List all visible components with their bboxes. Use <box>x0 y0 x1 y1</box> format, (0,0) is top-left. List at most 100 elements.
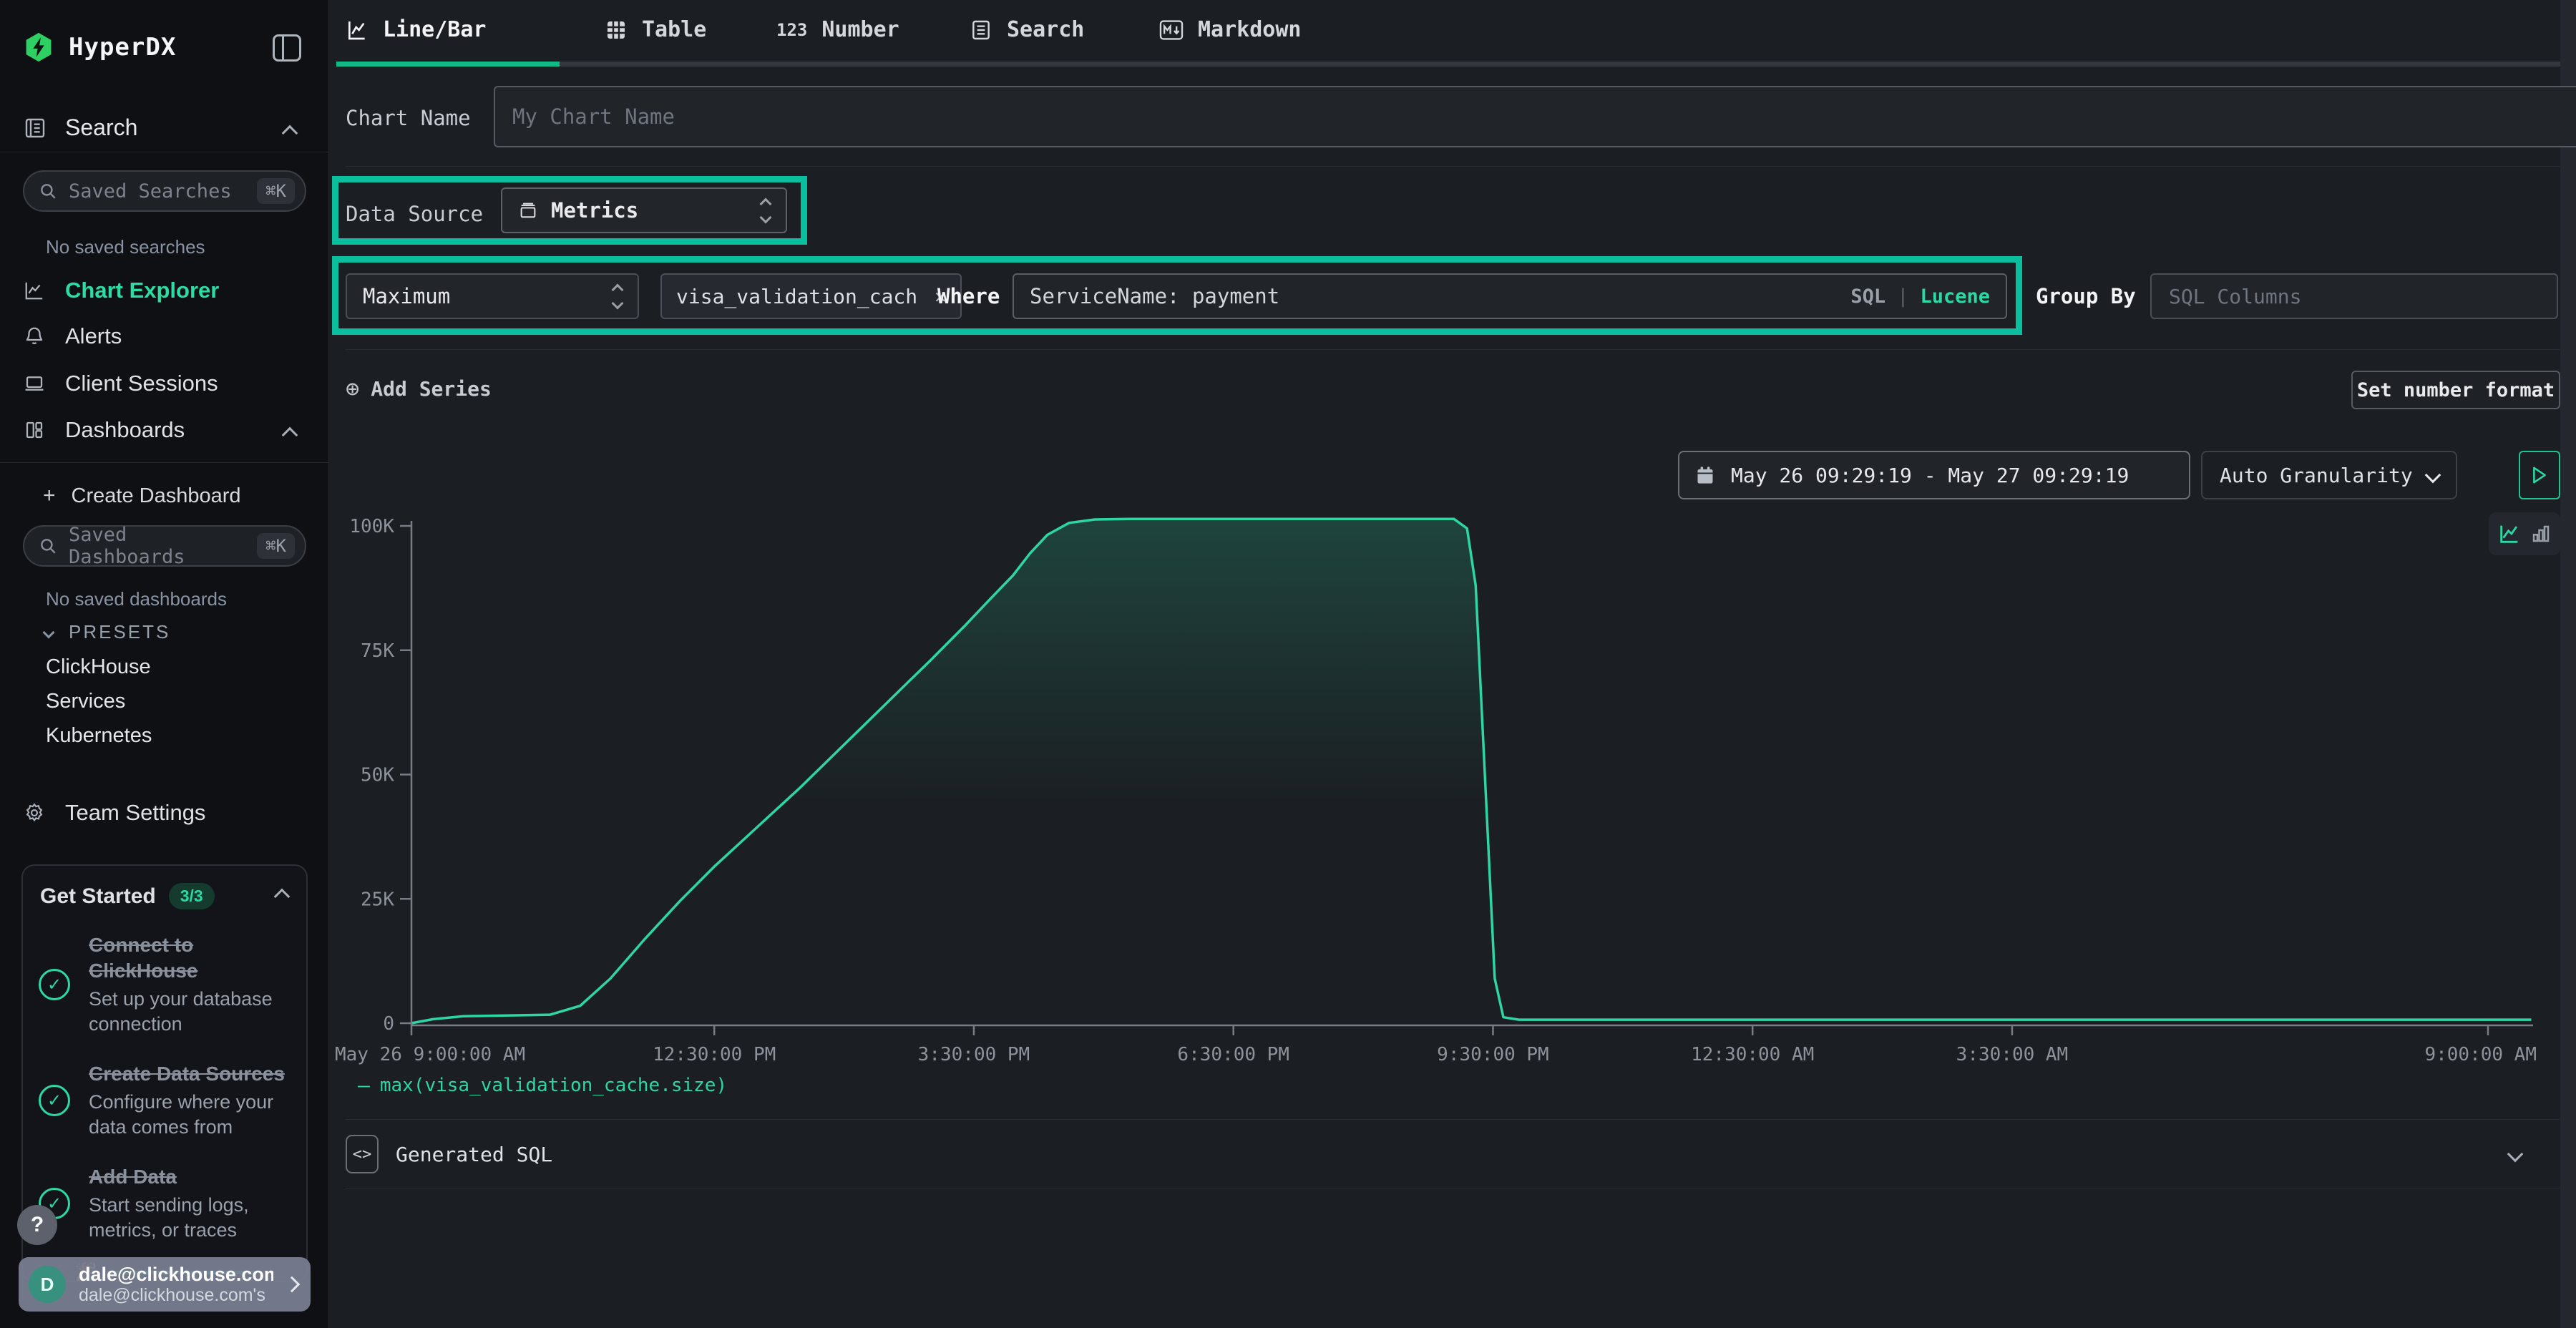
task-desc: Set up your database connection <box>89 987 292 1037</box>
get-started-title: Get Started <box>40 884 156 909</box>
search-icon <box>39 182 57 200</box>
svg-text:12:30:00 PM: 12:30:00 PM <box>653 1044 776 1065</box>
team-settings-label: Team Settings <box>65 800 205 826</box>
chart-name-input[interactable] <box>494 86 2576 147</box>
preset-services[interactable]: Services <box>46 690 125 713</box>
dashboards-collapse-chevron-icon[interactable] <box>282 427 298 444</box>
tab-label: Number <box>821 17 899 42</box>
user-subtitle: dale@clickhouse.com's <box>79 1285 273 1305</box>
where-input[interactable]: ServiceName: payment SQL | Lucene <box>1013 273 2007 319</box>
gear-icon <box>24 802 45 824</box>
tab-search[interactable]: Search <box>970 17 1084 42</box>
svg-text:9:00:00 AM: 9:00:00 AM <box>2424 1044 2537 1065</box>
legend-series-swatch: — <box>358 1073 370 1097</box>
aggregation-value: Maximum <box>363 284 450 308</box>
user-email: dale@clickhouse.com <box>79 1264 273 1285</box>
get-started-item[interactable]: ✓ Create Data Sources Configure where yo… <box>23 1045 306 1148</box>
presets-label: PRESETS <box>69 621 170 643</box>
get-started-collapse-chevron-icon[interactable] <box>274 888 291 904</box>
shortcut-badge: ⌘K <box>257 533 295 559</box>
sidebar: HyperDX Search Saved Searches ⌘K No save… <box>0 0 329 1328</box>
chevron-down-icon <box>2507 1146 2524 1163</box>
tab-label: Search <box>1007 17 1084 42</box>
create-dashboard-label: Create Dashboard <box>72 484 241 508</box>
tab-label: Line/Bar <box>383 17 487 42</box>
sql-mode-toggle[interactable]: SQL <box>1850 285 1885 308</box>
preset-kubernetes[interactable]: Kubernetes <box>46 724 152 748</box>
get-started-item[interactable]: ✓ Add Data Start sending logs, metrics, … <box>23 1148 306 1251</box>
sidebar-divider <box>0 462 329 463</box>
sidebar-collapse-icon[interactable] <box>273 34 301 62</box>
preset-clickhouse[interactable]: ClickHouse <box>46 655 151 679</box>
group-by-label: Group By <box>2036 284 2136 308</box>
granularity-value: Auto Granularity <box>2220 464 2413 487</box>
metric-chip[interactable]: visa_validation_cach ✕ <box>660 273 962 319</box>
tab-table[interactable]: Table <box>605 17 706 42</box>
get-started-item[interactable]: ✓ Connect to ClickHouse Set up your data… <box>23 917 306 1045</box>
chart-legend[interactable]: — max(visa_validation_cache.size) <box>358 1073 727 1097</box>
tabbar-divider <box>336 62 2560 67</box>
data-source-label: Data Source <box>346 202 483 226</box>
granularity-select[interactable]: Auto Granularity <box>2201 451 2457 499</box>
help-button[interactable]: ? <box>17 1205 57 1245</box>
search-section-label: Search <box>65 114 137 141</box>
svg-text:12:30:00 AM: 12:30:00 AM <box>1691 1044 1814 1065</box>
calendar-icon <box>1695 465 1715 485</box>
set-number-format-label: Set number format <box>2357 379 2555 401</box>
group-by-input[interactable] <box>2150 273 2558 319</box>
saved-dashboards-placeholder: Saved Dashboards <box>69 524 245 568</box>
date-range-value: May 26 09:29:19 - May 27 09:29:19 <box>1731 464 2129 487</box>
presets-section[interactable]: PRESETS <box>44 621 170 643</box>
task-desc: Configure where your data comes from <box>89 1090 292 1140</box>
select-updown-icon <box>747 200 770 222</box>
no-saved-dashboards-note: No saved dashboards <box>46 588 227 610</box>
number-123-icon: 123 <box>776 20 807 40</box>
search-collapse-chevron-icon[interactable] <box>282 125 298 142</box>
date-range-picker[interactable]: May 26 09:29:19 - May 27 09:29:19 <box>1678 451 2190 499</box>
timeseries-chart[interactable]: 025K50K75K100KMay 26 9:00:00 AM12:30:00 … <box>329 501 2576 1073</box>
avatar: D <box>29 1266 66 1303</box>
sidebar-item-chart-explorer[interactable]: Chart Explorer <box>24 278 219 303</box>
shortcut-badge: ⌘K <box>257 178 295 204</box>
document-list-icon <box>970 19 992 42</box>
no-saved-searches-note: No saved searches <box>46 236 205 258</box>
data-source-select[interactable]: Metrics <box>501 187 787 233</box>
sidebar-item-dashboards[interactable]: Dashboards <box>24 417 185 443</box>
set-number-format-button[interactable]: Set number format <box>2351 371 2560 409</box>
lucene-mode-toggle[interactable]: Lucene <box>1920 285 1990 308</box>
sidebar-item-client-sessions[interactable]: Client Sessions <box>24 371 218 396</box>
svg-text:0: 0 <box>383 1013 394 1035</box>
sidebar-section-search[interactable]: Search <box>24 114 137 141</box>
tab-markdown[interactable]: Markdown <box>1159 17 1302 42</box>
create-dashboard-button[interactable]: + Create Dashboard <box>43 484 241 508</box>
sidebar-item-alerts[interactable]: Alerts <box>24 323 122 349</box>
dashboards-label: Dashboards <box>65 417 185 443</box>
main-content: Line/Bar Table 123 Number Search M <box>329 0 2576 1328</box>
chart-explorer-icon <box>24 280 45 301</box>
saved-dashboards-input[interactable]: Saved Dashboards ⌘K <box>23 525 306 567</box>
task-title: Create Data Sources <box>89 1063 285 1085</box>
client-sessions-label: Client Sessions <box>65 371 218 396</box>
user-menu[interactable]: D dale@clickhouse.com dale@clickhouse.co… <box>19 1257 311 1312</box>
svg-text:9:30:00 PM: 9:30:00 PM <box>1437 1044 1549 1065</box>
generated-sql-toggle[interactable]: <> Generated SQL <box>346 1125 2560 1183</box>
database-icon <box>518 200 538 220</box>
tab-label: Table <box>642 17 706 42</box>
aggregation-select[interactable]: Maximum <box>346 273 639 319</box>
plus-circle-icon: ⊕ <box>346 375 359 402</box>
app-title: HyperDX <box>69 33 176 62</box>
tab-number[interactable]: 123 Number <box>776 17 899 42</box>
svg-text:50K: 50K <box>361 765 394 786</box>
saved-searches-input[interactable]: Saved Searches ⌘K <box>23 170 306 212</box>
add-series-button[interactable]: ⊕ Add Series <box>346 375 492 402</box>
legend-series-label: max(visa_validation_cache.size) <box>380 1075 727 1096</box>
where-label: Where <box>937 284 1000 308</box>
svg-text:25K: 25K <box>361 889 394 910</box>
sidebar-item-team-settings[interactable]: Team Settings <box>24 800 205 826</box>
tab-line-bar[interactable]: Line/Bar <box>346 17 487 42</box>
divider <box>346 349 2560 350</box>
run-query-button[interactable] <box>2519 451 2560 499</box>
app-logo[interactable]: HyperDX <box>23 31 176 63</box>
svg-text:May 26 9:00:00 AM: May 26 9:00:00 AM <box>335 1044 525 1065</box>
laptop-icon <box>24 373 45 394</box>
